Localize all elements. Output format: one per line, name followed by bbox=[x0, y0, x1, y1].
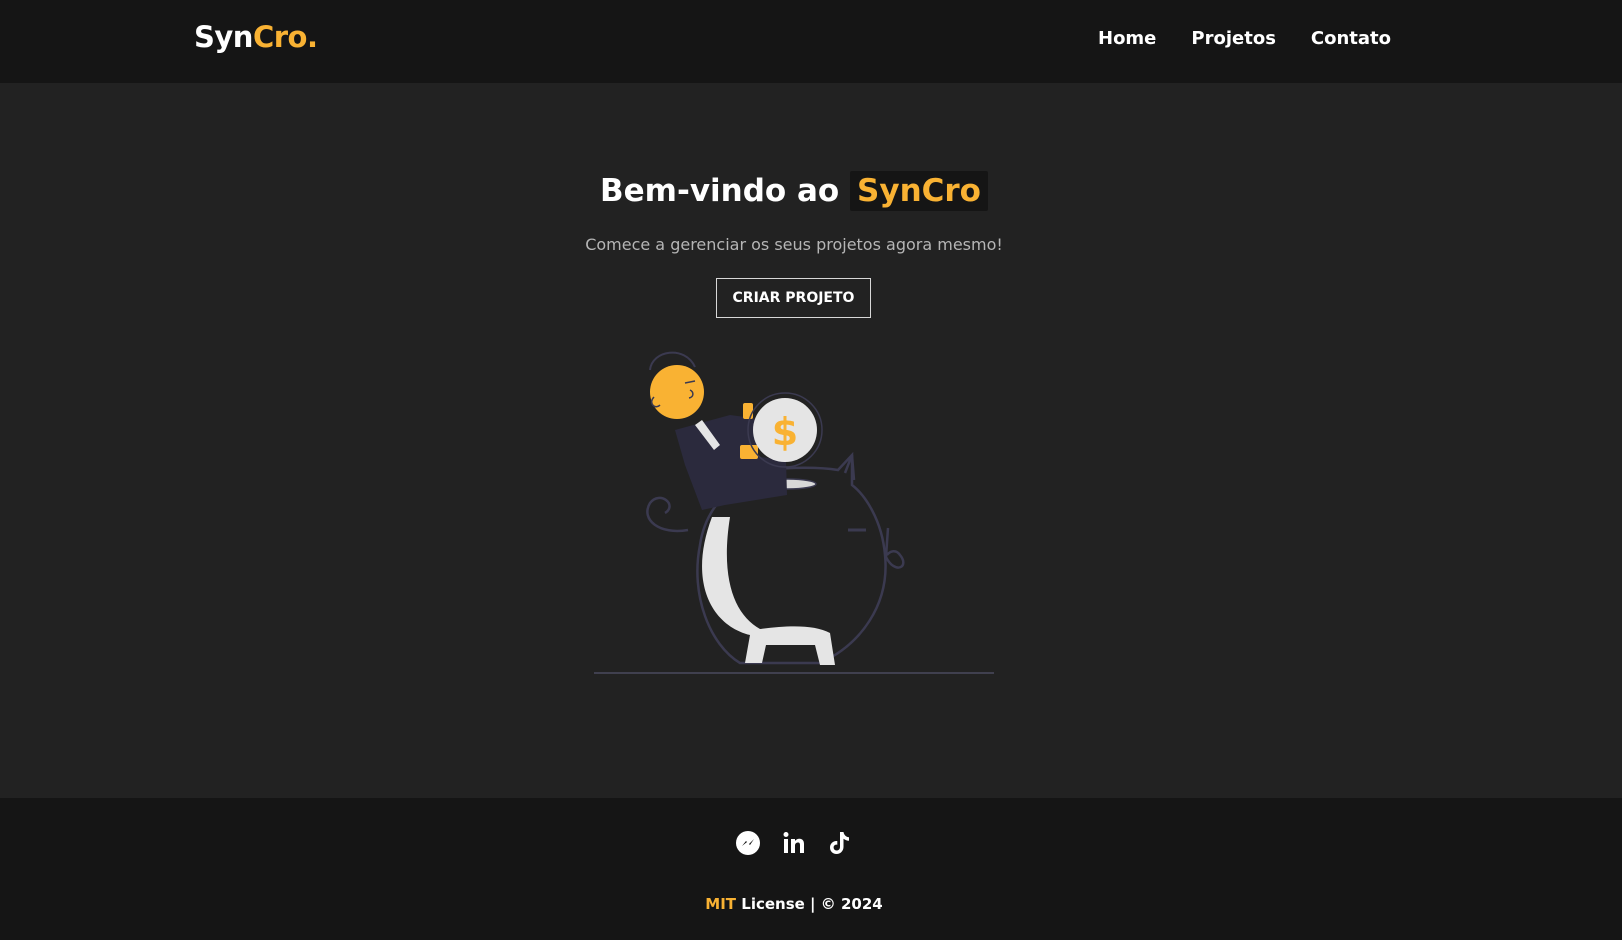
person-hand-right bbox=[743, 403, 753, 419]
hero-title-highlight: SynCro bbox=[850, 171, 988, 211]
pig-legs bbox=[702, 517, 835, 665]
hero-subtitle: Comece a gerenciar os seus projetos agor… bbox=[585, 235, 1003, 254]
brand-name-main: Syn bbox=[194, 20, 253, 54]
social-links bbox=[735, 830, 873, 856]
piggy-bank-illustration: $ bbox=[594, 351, 994, 674]
nav-link-projetos[interactable]: Projetos bbox=[1191, 28, 1276, 49]
coin-symbol: $ bbox=[772, 410, 798, 454]
brand-name-accent: Cro. bbox=[252, 20, 318, 54]
nav-link-home[interactable]: Home bbox=[1098, 28, 1156, 49]
nav-link-contato[interactable]: Contato bbox=[1311, 28, 1391, 49]
pig-tail bbox=[646, 496, 689, 533]
tiktok-icon[interactable] bbox=[827, 830, 853, 856]
license-suffix: License | © 2024 bbox=[741, 895, 883, 913]
pig-ear bbox=[843, 454, 856, 481]
license-accent: MIT bbox=[705, 895, 737, 913]
create-project-button[interactable]: CRIAR PROJETO bbox=[716, 278, 871, 318]
navbar: SynCro. Home Projetos Contato bbox=[0, 0, 1622, 83]
person-head bbox=[650, 365, 704, 419]
brand-logo[interactable]: SynCro. bbox=[194, 20, 318, 54]
license-text: MIT License | © 2024 bbox=[0, 895, 1588, 913]
footer bbox=[0, 798, 1622, 940]
nav-links: Home Projetos Contato bbox=[1098, 28, 1426, 49]
messenger-icon[interactable] bbox=[735, 830, 761, 856]
hero-title: Bem-vindo ao SynCro bbox=[0, 171, 1588, 211]
hero-title-prefix: Bem-vindo ao bbox=[600, 173, 840, 209]
linkedin-icon[interactable] bbox=[781, 830, 807, 856]
pig-snout bbox=[884, 527, 905, 569]
